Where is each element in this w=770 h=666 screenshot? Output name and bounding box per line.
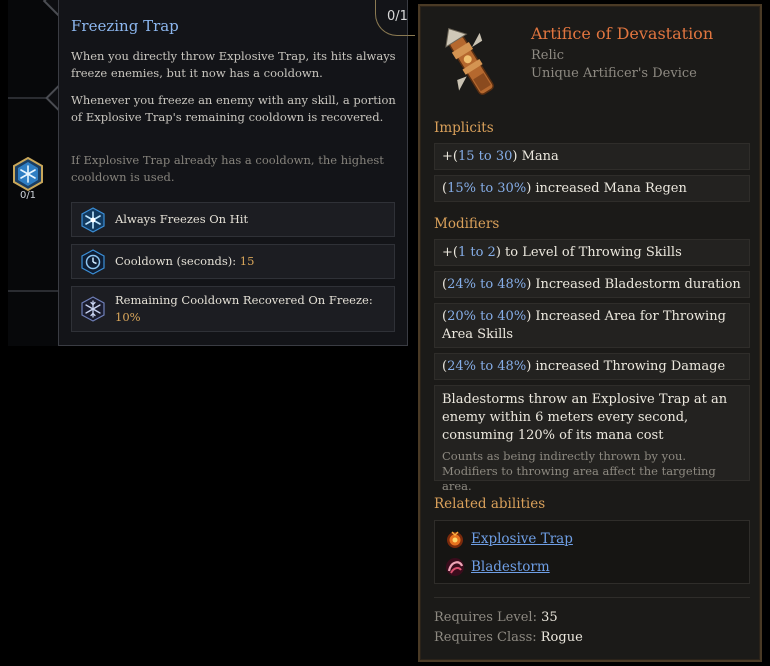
- item-slot: Relic: [531, 48, 565, 63]
- effect-value: 10%: [115, 310, 141, 324]
- freeze-burst-icon: [81, 206, 105, 233]
- explosive-trap-icon: [447, 531, 463, 548]
- effect-value: 15: [239, 254, 255, 268]
- unique-effect-note: Counts as being indirectly thrown by you…: [442, 449, 716, 493]
- mod-range: 1 to 2: [457, 245, 496, 260]
- cooldown-clock-icon: [81, 248, 105, 275]
- bladestorm-icon: [446, 558, 464, 576]
- skill-tooltip: Freezing Trap 0/1 When you directly thro…: [58, 0, 415, 346]
- modifier: (20% to 40%) Increased Area for Throwing…: [434, 303, 750, 348]
- node-rank-count: 0/1: [19, 190, 37, 201]
- effect-row: Always Freezes On Hit: [71, 202, 395, 237]
- class-value: Rogue: [540, 630, 583, 645]
- unique-effect-text: Bladestorms throw an Explosive Trap at a…: [442, 392, 728, 443]
- mod-range: 24% to 48%: [447, 277, 527, 292]
- related-abilities-list: Explosive Trap Bladestorm: [434, 520, 750, 584]
- effect-row: Remaining Cooldown Recovered On Freeze: …: [71, 286, 395, 332]
- freezing-trap-node[interactable]: [11, 156, 45, 192]
- effect-label: Remaining Cooldown Recovered On Freeze:: [115, 293, 373, 307]
- modifier: (24% to 48%) Increased Bladestorm durati…: [434, 271, 750, 298]
- effect-label: Always Freezes On Hit: [115, 212, 249, 226]
- modifier: +(1 to 2) to Level of Throwing Skills: [434, 239, 750, 266]
- divider: [434, 597, 750, 598]
- requires-level: Requires Level: 35: [434, 610, 558, 625]
- tree-connector: [8, 290, 58, 292]
- explosive-trap-link[interactable]: Explosive Trap: [471, 531, 573, 547]
- effect-row: Cooldown (seconds): 15: [71, 244, 395, 279]
- related-heading: Related abilities: [434, 496, 546, 512]
- skill-description: Whenever you freeze an enemy with any sk…: [71, 93, 396, 124]
- implicits-heading: Implicits: [434, 120, 494, 136]
- item-tooltip: Artifice of Devastation Relic Unique Art…: [418, 4, 762, 662]
- unique-effect: Bladestorms throw an Explosive Trap at a…: [434, 385, 750, 493]
- skill-note: If Explosive Trap already has a cooldown…: [71, 153, 384, 184]
- related-ability[interactable]: Bladestorm: [445, 557, 550, 577]
- item-base-type: Unique Artificer's Device: [531, 66, 697, 81]
- snowflake-hex-icon: [13, 156, 43, 192]
- bladestorm-link[interactable]: Bladestorm: [471, 559, 550, 575]
- skill-title: Freezing Trap: [71, 17, 179, 35]
- related-ability[interactable]: Explosive Trap: [445, 529, 573, 549]
- requires-class: Requires Class: Rogue: [434, 630, 583, 645]
- effect-label: Cooldown (seconds):: [115, 254, 240, 268]
- rank-text: 0/1: [387, 9, 408, 24]
- modifier: (24% to 48%) increased Throwing Damage: [434, 353, 750, 380]
- mod-range: 20% to 40%: [447, 309, 527, 324]
- implicit-mod: +(15 to 30) Mana: [434, 143, 750, 170]
- artificer-device-icon: [445, 28, 494, 95]
- implicit-mod: (15% to 30%) increased Mana Regen: [434, 175, 750, 202]
- mod-range: 15 to 30: [457, 149, 513, 164]
- item-name: Artifice of Devastation: [531, 24, 714, 43]
- modifiers-heading: Modifiers: [434, 216, 500, 232]
- mod-range: 15% to 30%: [447, 181, 527, 196]
- snowflake-recover-icon: [81, 296, 105, 322]
- level-value: 35: [541, 610, 558, 625]
- mod-range: 24% to 48%: [447, 359, 527, 374]
- skill-description: When you directly throw Explosive Trap, …: [71, 49, 396, 80]
